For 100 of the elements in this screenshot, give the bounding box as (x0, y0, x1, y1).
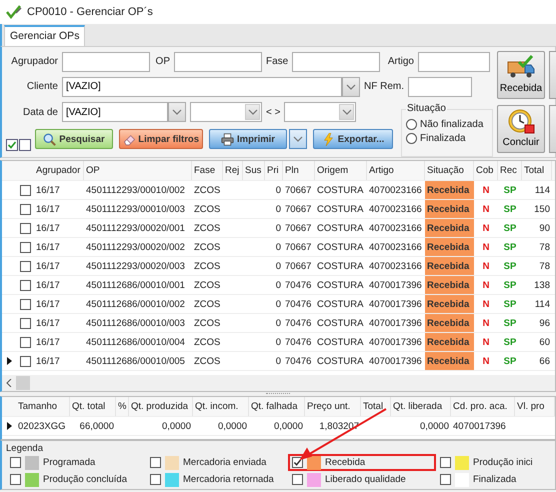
radio-button[interactable] (406, 133, 417, 144)
legend-title: Legenda (6, 443, 44, 454)
input-field[interactable] (418, 52, 490, 72)
column-header[interactable]: Sus (243, 161, 265, 180)
checkbox[interactable] (292, 457, 303, 468)
input-field[interactable]: [VAZIO] (62, 76, 342, 96)
checkbox[interactable] (20, 222, 30, 234)
print-button[interactable]: Imprimir (209, 129, 287, 149)
tab[interactable]: Gerenciar OPs (4, 25, 86, 46)
column-header[interactable]: Rec (498, 161, 522, 180)
column-header[interactable]: Qt. incom. (193, 397, 249, 416)
field-label: OP (154, 56, 170, 67)
column-header[interactable]: Rej (223, 161, 243, 180)
scroll-left-icon[interactable] (6, 379, 12, 387)
dropdown-button[interactable] (342, 76, 360, 96)
table-cell-text: 0 (274, 354, 282, 368)
table-cell-text: ZCOS (193, 184, 222, 198)
column-header[interactable]: OP (84, 161, 192, 180)
checkbox[interactable] (20, 280, 30, 290)
checkbox[interactable] (20, 336, 30, 348)
checkbox[interactable] (292, 474, 303, 485)
field-label: Artigo (386, 56, 414, 67)
dropdown-field[interactable] (284, 102, 356, 122)
checkbox[interactable] (20, 298, 30, 310)
table-cell-text: N (482, 202, 490, 216)
column-header[interactable]: Total (361, 397, 391, 416)
field-label: Cliente (26, 81, 58, 92)
checkbox[interactable] (150, 457, 161, 468)
column-header[interactable]: Vl. pro (515, 397, 555, 416)
radio-label[interactable]: Finalizada (420, 133, 466, 144)
table-cell-text: N (482, 240, 490, 254)
radio-button[interactable] (406, 119, 417, 130)
status-cell: Recebida (425, 200, 474, 218)
column-header[interactable]: Qt. total (70, 397, 116, 416)
table-cell-text: N (482, 278, 490, 292)
status-cell: Recebida (425, 333, 474, 351)
received-button[interactable]: Recebida (497, 51, 545, 99)
checkbox[interactable] (150, 474, 161, 485)
clear-button[interactable]: Limpar filtros (119, 129, 203, 149)
checkbox[interactable] (20, 356, 30, 366)
column-header[interactable]: Qt. falhada (249, 397, 305, 416)
input-field[interactable] (62, 52, 150, 72)
table-cell-text: 16/17 (35, 354, 61, 368)
table-cell-text: 4501112293/00020/001 (85, 222, 186, 236)
table-cell-text: 4501112686/00010/001 (85, 278, 186, 292)
column-header[interactable]: Agrupador (34, 161, 84, 180)
column-header[interactable]: Origem (315, 161, 367, 180)
checkbox[interactable] (6, 139, 18, 151)
column-header[interactable]: Preço unt. (305, 397, 361, 416)
status-cell: Recebida (425, 352, 474, 370)
input-field[interactable] (174, 52, 262, 72)
column-header[interactable]: Tamanho (16, 397, 70, 416)
window-title: CP0010 - Gerenciar OP´s (27, 6, 153, 18)
table-cell-text: ZCOS (193, 222, 222, 236)
range-separator: < > (266, 106, 280, 118)
dropdown-button[interactable] (289, 129, 307, 149)
column-header[interactable]: Qt. liberada (391, 397, 451, 416)
checkbox[interactable] (440, 474, 451, 485)
column-header[interactable]: Situação (425, 161, 474, 180)
column-header[interactable]: Fase (192, 161, 223, 180)
search-button[interactable]: Pesquisar (35, 129, 113, 149)
checkbox[interactable] (10, 474, 21, 485)
table-cell-text: 138 (533, 278, 551, 292)
column-header[interactable]: Artigo (367, 161, 425, 180)
checkbox[interactable] (20, 242, 30, 252)
checkbox[interactable] (440, 457, 451, 468)
column-header[interactable]: Cob (474, 161, 498, 180)
dropdown-button[interactable] (168, 102, 186, 122)
table-cell-text: 4501112293/00020/003 (85, 260, 186, 274)
table-cell-text: 0,0000 (216, 420, 248, 434)
finish-button[interactable]: Concluir (497, 105, 545, 153)
input-field[interactable]: [VAZIO] (62, 102, 168, 122)
table-cell-text: 4070017396 (368, 298, 423, 312)
column-header[interactable]: Qt. produzida (129, 397, 193, 416)
dropdown-field[interactable] (190, 102, 262, 122)
table-cell-text: 4070017396 (368, 354, 423, 368)
export-button[interactable]: Exportar... (313, 129, 393, 149)
table-cell-text: 0 (274, 336, 282, 350)
checkbox[interactable] (19, 139, 31, 151)
column-header[interactable]: Cd. pro. aca. (451, 397, 515, 416)
table-cell-text: N (482, 316, 490, 330)
input-field[interactable] (408, 76, 472, 96)
checkbox[interactable] (20, 184, 30, 196)
checkbox[interactable] (20, 260, 30, 272)
checkbox[interactable] (20, 204, 30, 214)
checkbox[interactable] (10, 457, 21, 468)
input-field[interactable] (292, 52, 380, 72)
column-header[interactable]: % (116, 397, 129, 416)
legend-label: Mercadoria retornada (183, 474, 274, 485)
check-icon (7, 140, 17, 150)
table-cell-text: 4070017396 (452, 420, 507, 434)
table-cell-text: N (482, 354, 490, 368)
radio-label[interactable]: Não finalizada (420, 119, 484, 130)
scrollbar-thumb[interactable] (16, 376, 30, 390)
table-cell-text: 16/17 (35, 260, 61, 274)
column-header[interactable]: Pln (283, 161, 315, 180)
checkbox[interactable] (20, 318, 30, 328)
table-cell-text: SP (502, 336, 518, 350)
column-header[interactable]: Pri (265, 161, 283, 180)
column-header[interactable]: Total (522, 161, 552, 180)
